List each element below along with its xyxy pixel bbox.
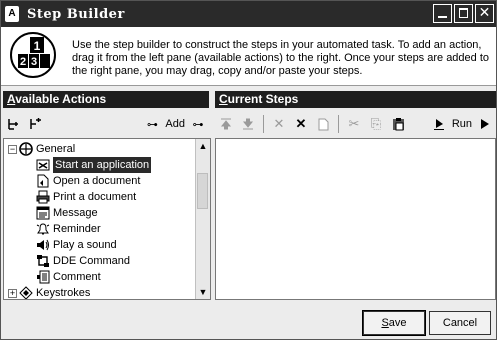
current-steps-list[interactable]	[215, 138, 496, 300]
intro-text: Use the step builder to construct the st…	[72, 39, 490, 77]
tree-item-label: Message	[53, 207, 98, 219]
start-app-icon	[36, 158, 50, 172]
tree-item-label: Open a document	[53, 175, 141, 187]
print-icon	[36, 190, 50, 204]
new-icon[interactable]	[314, 115, 332, 133]
paste-icon[interactable]	[389, 115, 407, 133]
minimize-button[interactable]	[433, 4, 452, 23]
tree-item-label: Play a sound	[53, 239, 117, 251]
tree-group-label: General	[36, 143, 76, 155]
step-digit-3: 3	[31, 56, 37, 68]
available-actions-tree[interactable]: − General Start an application Open a do…	[3, 138, 211, 300]
add-arrow-icon[interactable]: ⊶	[143, 115, 161, 133]
dialog-footer: Save Cancel	[1, 300, 496, 339]
add-arrow-right-icon[interactable]: ⊶	[189, 115, 207, 133]
save-button[interactable]: Save	[362, 310, 426, 336]
comment-icon	[36, 270, 50, 284]
open-doc-icon	[36, 174, 50, 188]
title-bar[interactable]: A Step Builder ✕	[1, 1, 496, 27]
intro-panel: 1 2 3 Use the step builder to construct …	[1, 27, 496, 86]
sound-icon	[36, 238, 50, 252]
dde-icon	[36, 254, 50, 268]
keystrokes-icon	[19, 286, 33, 299]
tree-item-start-application[interactable]: Start an application	[36, 157, 152, 173]
window-title: Step Builder	[27, 6, 125, 22]
run-button[interactable]: Run	[452, 118, 472, 130]
expand-icon[interactable]: +	[8, 288, 17, 298]
copy-icon[interactable]: ⎘	[367, 115, 385, 133]
collapse-all-icon[interactable]	[27, 115, 45, 133]
step-builder-window: A Step Builder ✕ 1 2 3 Use the step buil…	[0, 0, 497, 340]
step-number-icon: 1 2 3	[10, 32, 56, 78]
cancel-button[interactable]: Cancel	[429, 311, 491, 335]
scroll-thumb[interactable]	[197, 173, 208, 209]
cut-icon[interactable]: ✂	[345, 115, 363, 133]
tree-item-dde-command[interactable]: DDE Command	[36, 253, 130, 269]
tree-group-general[interactable]: − General	[8, 141, 75, 157]
message-icon	[36, 206, 50, 220]
tree-item-play-sound[interactable]: Play a sound	[36, 237, 117, 253]
move-down-icon[interactable]	[239, 115, 257, 133]
tree-item-reminder[interactable]: Reminder	[36, 221, 101, 237]
move-up-icon[interactable]	[217, 115, 235, 133]
tree-item-comment[interactable]: Comment	[36, 269, 101, 285]
toolbar-separator	[338, 115, 339, 133]
delete-all-icon[interactable]: ✕	[292, 115, 310, 133]
steps-toolbar: ✕ ✕ ✂ ⎘ Run	[215, 111, 496, 137]
toolbar-separator	[263, 115, 264, 133]
delete-icon[interactable]: ✕	[270, 115, 288, 133]
tree-item-label: Reminder	[53, 223, 101, 235]
tree-item-label: Start an application	[53, 157, 152, 173]
general-icon	[19, 142, 33, 156]
step-digit-1: 1	[34, 39, 41, 53]
app-icon: A	[5, 6, 19, 22]
expand-all-icon[interactable]	[5, 115, 23, 133]
tree-group-label: Keystrokes	[36, 287, 91, 299]
tree-item-print-document[interactable]: Print a document	[36, 189, 136, 205]
tree-group-keystrokes[interactable]: + Keystrokes	[8, 285, 91, 299]
scroll-up-icon[interactable]: ▲	[196, 139, 210, 153]
reminder-icon	[36, 222, 50, 236]
tree-item-label: Comment	[53, 271, 101, 283]
run-stop-icon[interactable]	[430, 115, 448, 133]
tree-item-label: DDE Command	[53, 255, 131, 267]
available-actions-header: Available Actions	[3, 91, 209, 108]
tree-item-message[interactable]: Message	[36, 205, 98, 221]
maximize-button[interactable]	[454, 4, 473, 23]
run-arrow-icon[interactable]	[476, 115, 494, 133]
tree-item-open-document[interactable]: Open a document	[36, 173, 140, 189]
tree-scrollbar[interactable]: ▲ ▼	[195, 139, 210, 299]
actions-toolbar: ⊶ Add ⊶	[3, 111, 209, 137]
tree-item-label: Print a document	[53, 191, 137, 203]
current-steps-header: Current Steps	[215, 91, 496, 108]
close-button[interactable]: ✕	[475, 4, 494, 23]
scroll-down-icon[interactable]: ▼	[196, 285, 210, 299]
add-button[interactable]: Add	[165, 118, 185, 130]
collapse-icon[interactable]: −	[8, 144, 17, 154]
step-digit-2: 2	[20, 56, 26, 68]
